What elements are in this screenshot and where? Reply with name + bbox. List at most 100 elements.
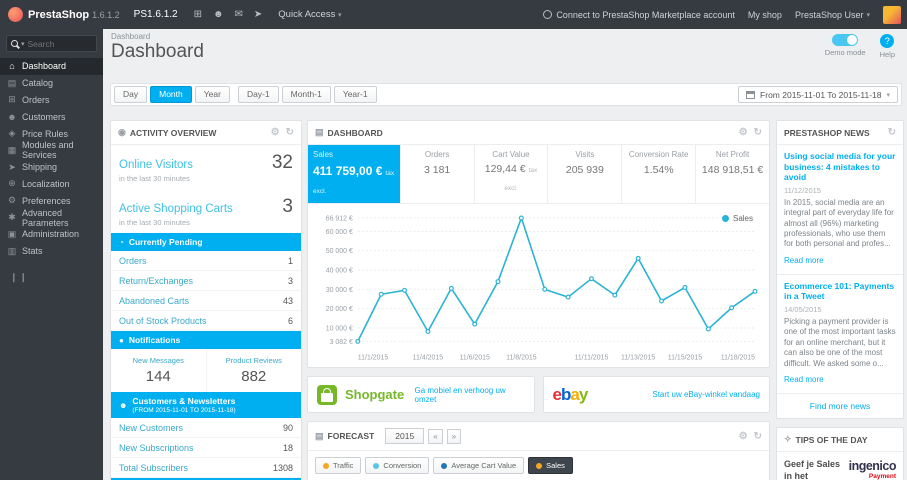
sidebar-item-catalog[interactable]: ▤ Catalog (0, 75, 103, 92)
abandoned-carts-link[interactable]: Abandoned Carts (119, 296, 189, 306)
advanced-parameters-icon: ✱ (8, 212, 16, 223)
kpi-visits[interactable]: Visits 205 939 (548, 145, 623, 203)
sidebar-item-dashboard[interactable]: ⌂ Dashboard (0, 58, 103, 75)
svg-text:11/8/2015: 11/8/2015 (506, 354, 537, 361)
catalog-icon: ▤ (7, 77, 17, 88)
filter-month-1-button[interactable]: Month-1 (281, 86, 331, 103)
orders-notification-icon[interactable]: ⊞ (194, 9, 202, 20)
kpi-conversion-rate[interactable]: Conversion Rate 1.54% (622, 145, 697, 203)
total-subscribers-link[interactable]: Total Subscribers (119, 463, 188, 473)
kpi-orders-value: 3 181 (424, 164, 451, 176)
refresh-icon[interactable]: ↻ (888, 127, 896, 138)
article-headline-link[interactable]: Ecommerce 101: Payments in a Tweet (784, 281, 896, 302)
gear-icon[interactable]: ⚙ (271, 127, 280, 138)
sidebar-item-advanced-parameters[interactable]: ✱ Advanced Parameters (0, 208, 103, 228)
kpi-net-profit[interactable]: Net Profit 148 918,51 € (696, 145, 769, 203)
kpi-conversion-rate-value: 1.54% (643, 164, 674, 176)
new-subscriptions-link[interactable]: New Subscriptions (119, 443, 194, 453)
pending-orders-link[interactable]: Orders (119, 256, 147, 266)
svg-text:11/15/2015: 11/15/2015 (668, 354, 702, 361)
sidebar-item-orders[interactable]: ⊞ Orders (0, 92, 103, 109)
my-shop-link[interactable]: My shop (748, 10, 782, 20)
sidebar-search[interactable]: ▾ (6, 35, 97, 52)
prestashop-admin: PrestaShop 1.6.1.2 PS1.6.1.2 ⊞ ☻ ✉ ➤ Qui… (0, 0, 907, 480)
kpi-cart-value[interactable]: Cart Value 129,44 € tax excl. (475, 145, 549, 203)
kpi-orders[interactable]: Orders 3 181 (401, 145, 475, 203)
shopgate-link[interactable]: Ga mobiel en verhoog uw omzet (415, 386, 525, 404)
help-button[interactable]: ? (880, 34, 895, 48)
new-messages-cell[interactable]: New Messages 144 (111, 349, 206, 392)
notifications-title: Notifications (128, 335, 181, 345)
next-year-button[interactable]: » (446, 428, 462, 444)
currently-pending-header: ◔ Currently Pending (111, 233, 301, 251)
sidebar-item-administration[interactable]: ▣ Administration (0, 226, 103, 243)
customers-newsletters-titles: Customers & Newsletters (FROM 2015-11-01 … (132, 396, 235, 414)
gear-icon[interactable]: ⚙ (739, 431, 748, 442)
total-subscribers-row: Total Subscribers 1308 (111, 458, 301, 478)
returns-link[interactable]: Return/Exchanges (119, 276, 193, 286)
search-input[interactable] (27, 38, 80, 49)
forecast-avg-cart-toggle[interactable]: Average Cart Value (433, 457, 525, 475)
forecast-traffic-toggle[interactable]: Traffic (315, 457, 362, 475)
refresh-icon[interactable]: ↻ (286, 127, 294, 138)
forecast-panel: ▤ FORECAST 2015 « » ⚙ ↻ Traffic Conversio… (307, 421, 770, 480)
launch-icon[interactable]: ➤ (254, 9, 262, 20)
shop-name-link[interactable]: PS1.6.1.2 (134, 9, 178, 20)
out-of-stock-value: 6 (287, 315, 293, 326)
filter-year-1-button[interactable]: Year-1 (333, 86, 377, 103)
filter-day-button[interactable]: Day (114, 86, 148, 103)
previous-year-button[interactable]: « (428, 428, 443, 444)
chevron-down-icon: ▾ (866, 11, 870, 19)
sidebar-item-stats[interactable]: ▥ Stats (0, 243, 103, 260)
find-more-news-link[interactable]: Find more news (777, 394, 903, 418)
ebay-link[interactable]: Start uw eBay-winkel vandaag (652, 390, 760, 399)
active-carts-link[interactable]: Active Shopping Carts (119, 203, 233, 215)
filter-month-button[interactable]: Month (150, 86, 192, 103)
read-more-link[interactable]: Read more (784, 256, 824, 265)
date-filter-bar: Day Month Year Day-1 Month-1 Year-1 From… (110, 83, 902, 106)
product-reviews-cell[interactable]: Product Reviews 882 (205, 349, 302, 392)
filter-year-button[interactable]: Year (194, 86, 230, 103)
quick-access-menu[interactable]: Quick Access ▾ (278, 9, 341, 20)
forecast-sales-toggle[interactable]: Sales (528, 457, 573, 475)
chart-legend[interactable]: Sales (721, 214, 753, 223)
activity-column: ◉ ACTIVITY OVERVIEW ⚙ ↻ Online Visitors 3… (110, 120, 302, 480)
sidebar-item-customers[interactable]: ☻ Customers (0, 108, 103, 125)
demo-mode-toggle[interactable] (832, 34, 859, 46)
chevron-down-icon[interactable]: ▾ (21, 40, 25, 48)
user-menu[interactable]: PrestaShop User ▾ (795, 10, 870, 20)
sidebar-item-modules[interactable]: ▦ Modules and Services (0, 140, 103, 160)
filter-day-1-button[interactable]: Day-1 (237, 86, 279, 103)
article-headline-link[interactable]: Using social media for your business: 4 … (784, 151, 896, 183)
forecast-year-label: 2015 (395, 431, 415, 442)
product-reviews-label: Product Reviews (225, 356, 282, 365)
user-icon: ☻ (119, 400, 128, 410)
sidebar-item-label: Administration (22, 229, 80, 240)
online-visitors-value: 32 (271, 152, 293, 173)
refresh-icon[interactable]: ↻ (754, 127, 762, 138)
dashboard-panel-header: ▤ DASHBOARD ⚙ ↻ (308, 121, 769, 145)
sidebar-item-localization[interactable]: ⊕ Localization (0, 176, 103, 193)
forecast-year-select[interactable]: 2015 (385, 428, 425, 445)
read-more-link[interactable]: Read more (784, 375, 824, 384)
avatar[interactable] (883, 5, 901, 24)
kpi-sales[interactable]: Sales 411 759,00 € tax excl. (308, 145, 401, 203)
date-range-picker[interactable]: From 2015-11-01 To 2015-11-18 ▾ (738, 86, 898, 103)
marketplace-link[interactable]: Connect to PrestaShop Marketplace accoun… (543, 10, 735, 20)
sidebar-item-shipping[interactable]: ➤ Shipping (0, 159, 103, 176)
ebay-logo-text: ebay (553, 385, 589, 405)
sales-line-chart[interactable]: 66 912 € 60 000 € 50 000 € 40 000 € 30 000 €… (312, 208, 765, 367)
messages-notification-icon[interactable]: ✉ (235, 9, 243, 20)
gear-icon[interactable]: ⚙ (739, 127, 748, 138)
refresh-icon[interactable]: ↻ (754, 431, 762, 442)
sidebar-collapse-button[interactable]: ❙❙ (0, 260, 103, 295)
online-visitors-link[interactable]: Online Visitors (119, 159, 193, 171)
customers-notification-icon[interactable]: ☻ (213, 9, 224, 20)
news-article: Using social media for your business: 4 … (777, 145, 903, 275)
out-of-stock-link[interactable]: Out of Stock Products (119, 316, 207, 326)
topbar: PrestaShop 1.6.1.2 PS1.6.1.2 ⊞ ☻ ✉ ➤ Qui… (0, 0, 907, 29)
kpi-visits-label: Visits (575, 150, 595, 159)
chevron-down-icon: ▾ (337, 12, 342, 19)
new-customers-link[interactable]: New Customers (119, 423, 183, 433)
forecast-conversion-toggle[interactable]: Conversion (365, 457, 430, 475)
